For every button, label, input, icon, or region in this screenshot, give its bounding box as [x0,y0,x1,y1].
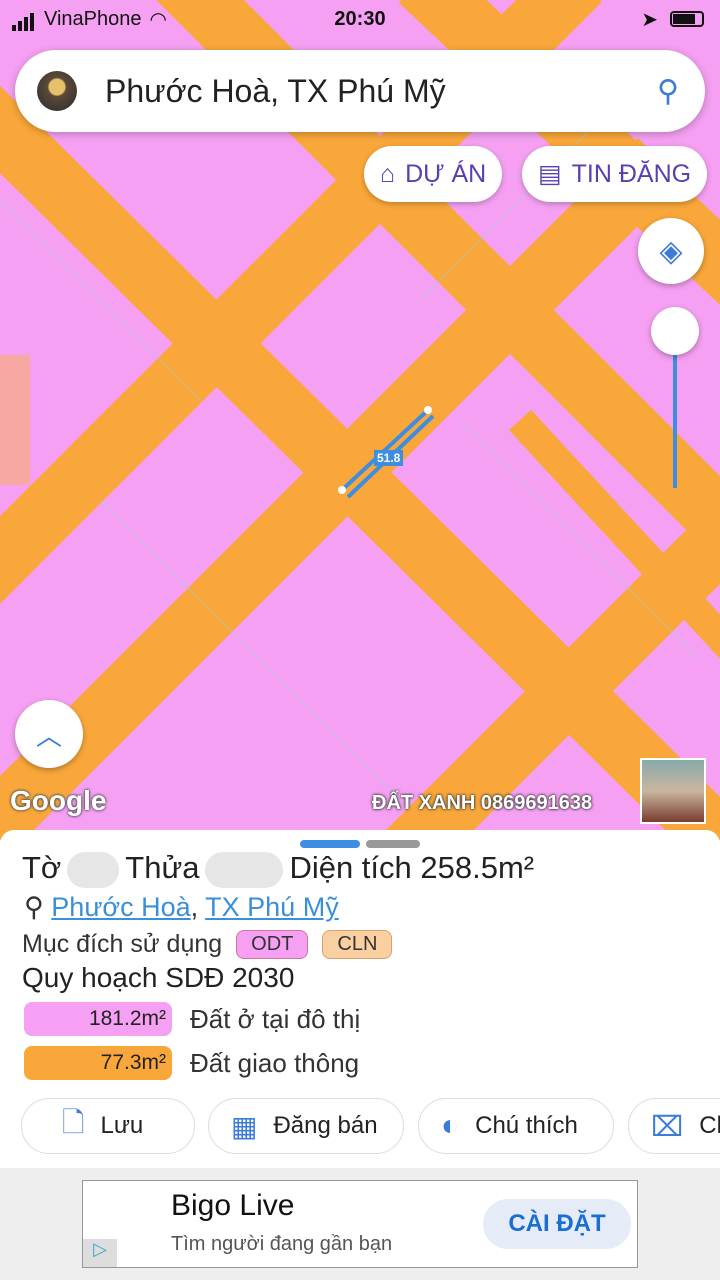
calendar-icon: ▦ [231,1110,258,1142]
expand-up-button[interactable]: ︿ [15,700,83,768]
contrast-icon: ◐ [441,1109,460,1142]
search-bar[interactable]: Phước Hoà, TX Phú Mỹ ⚲ [15,50,705,132]
tin-dang-button[interactable]: ▤ TIN ĐĂNG [522,146,708,202]
camera-add-icon: ⌧ [651,1110,684,1142]
opacity-slider-handle[interactable] [651,307,699,355]
ad-subtitle: Tìm người đang gần bạn [171,1233,393,1255]
file-add-icon: 🗋 [62,1107,85,1138]
post-sale-button[interactable]: ▦ Đăng bán [208,1098,404,1154]
plan-item: 181.2m² Đất ở tại đô thị [24,1002,360,1036]
location-arrow-icon: ➤ [641,8,658,31]
watermark: ĐẤT XANH 0869691638 [372,792,593,814]
du-an-button[interactable]: ⌂ DỰ ÁN [364,146,503,202]
clock: 20:30 [334,7,386,30]
house-icon: ⌂ [380,159,396,188]
parcel-title: Tờ Thửa Diện tích 258.5m² [22,850,534,888]
google-logo: Google [10,785,107,816]
opacity-slider-track[interactable] [673,340,677,488]
status-bar: VinaPhone ◠ 20:30 ➤ [0,0,720,38]
purpose-row: Mục đích sử dụng ODT CLN [22,930,393,959]
layers-icon: ◈ [659,234,683,268]
plan-item: 77.3m² Đất giao thông [24,1046,359,1080]
search-input[interactable]: Phước Hoà, TX Phú Mỹ [105,73,657,110]
tag-cln: CLN [322,930,393,959]
layers-button[interactable]: ◈ [638,218,704,284]
battery-icon [670,11,704,27]
plan-title: Quy hoạch SDĐ 2030 [22,962,295,993]
save-button[interactable]: 🗋 Lưu [21,1098,195,1154]
ad-choices-icon[interactable]: ▷ [83,1239,117,1267]
profile-thumbnail[interactable] [640,758,706,824]
panel-handle[interactable] [366,840,420,848]
tag-odt: ODT [236,930,309,959]
ward-link[interactable]: Phước Hoà [51,892,190,922]
town-link[interactable]: TX Phú Mỹ [205,892,339,922]
tin-dang-label: TIN ĐĂNG [571,159,692,188]
du-an-label: DỰ ÁN [405,159,487,188]
ad-title: Bigo Live [171,1189,295,1222]
photo-button[interactable]: ⌧ Cl [628,1098,720,1154]
install-button[interactable]: CÀI ĐẶT [483,1199,631,1249]
parcel-location: ⚲ Phước Hoà, TX Phú Mỹ [24,892,339,922]
ad-box[interactable]: Bigo Live Tìm người đang gần bạn ▷ CÀI Đ… [82,1180,638,1268]
avatar[interactable] [37,71,77,111]
pin-icon: ⚲ [24,892,44,922]
search-icon[interactable]: ⚲ [657,74,679,109]
legend-button[interactable]: ◐ Chú thích [418,1098,614,1154]
chevron-up-icon: ︿ [35,720,62,751]
panel-handle-active[interactable] [300,840,360,848]
measure-label: 51.8 [374,450,404,466]
listing-icon: ▤ [538,160,562,188]
